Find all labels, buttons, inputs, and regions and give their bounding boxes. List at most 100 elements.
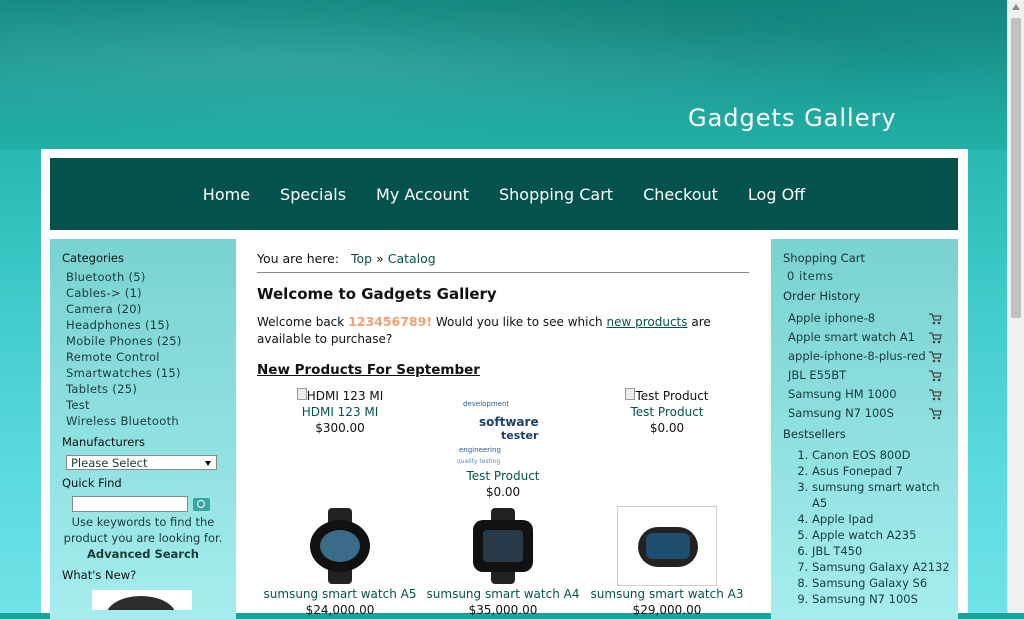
- header-banner: Gadgets Gallery: [0, 0, 1008, 150]
- nav-my-account[interactable]: My Account: [376, 185, 469, 204]
- quickfind-title: Quick Find: [62, 476, 122, 490]
- category-item[interactable]: Wireless Bluetooth: [66, 413, 236, 429]
- bestseller-item[interactable]: Samsung Galaxy S6: [812, 575, 958, 591]
- order-history-link[interactable]: Samsung N7 100S: [788, 406, 894, 420]
- nav-log-off[interactable]: Log Off: [748, 185, 805, 204]
- product-card: sumsung smart watch A4 $35,000.00: [418, 506, 588, 618]
- scrollbar[interactable]: [1007, 0, 1024, 613]
- product-image[interactable]: [453, 506, 553, 586]
- bestseller-item[interactable]: Asus Fonepad 7: [812, 463, 958, 479]
- product-name[interactable]: HDMI 123 MI: [255, 404, 425, 420]
- product-name[interactable]: Test Product: [582, 404, 752, 420]
- whats-new-image[interactable]: [92, 590, 192, 610]
- product-price: $24,000.00: [305, 603, 375, 617]
- welcome-message: Welcome back 123456789! Would you like t…: [257, 313, 749, 348]
- product-card: Test Product Test Product $0.00: [582, 388, 752, 436]
- product-image-alt: HDMI 123 MI: [306, 389, 384, 403]
- cart-icon[interactable]: [928, 388, 942, 401]
- product-image[interactable]: development software tester engineering …: [453, 388, 553, 468]
- category-item[interactable]: Cables-> (1): [66, 285, 236, 301]
- product-price: $29,000.00: [632, 603, 702, 617]
- broken-image-icon: [296, 388, 307, 400]
- breadcrumb: You are here: Top » Catalog: [257, 251, 749, 273]
- bestseller-item[interactable]: JBL T450: [812, 543, 958, 559]
- nav-home[interactable]: Home: [203, 185, 250, 204]
- cart-item-count: 0 items: [787, 269, 834, 283]
- manufacturers-select[interactable]: Please Select: [66, 455, 217, 470]
- main-nav: Home Specials My Account Shopping Cart C…: [50, 158, 958, 230]
- product-image[interactable]: HDMI 123 MI: [255, 388, 425, 404]
- nav-checkout[interactable]: Checkout: [643, 185, 718, 204]
- order-history-item: Apple iphone-8: [788, 309, 942, 328]
- cart-icon[interactable]: [928, 407, 942, 420]
- category-item[interactable]: Smartwatches (15): [66, 365, 236, 381]
- new-products-link[interactable]: new products: [606, 315, 687, 329]
- order-history-link[interactable]: JBL E55BT: [788, 368, 846, 382]
- product-image[interactable]: [617, 506, 717, 586]
- product-name[interactable]: sumsung smart watch A4: [418, 586, 588, 602]
- bestsellers-title: Bestsellers: [783, 427, 846, 441]
- category-item[interactable]: Headphones (15): [66, 317, 236, 333]
- quickfind-help: Use keywords to find the product you are…: [63, 515, 223, 545]
- nav-shopping-cart[interactable]: Shopping Cart: [499, 185, 613, 204]
- category-item[interactable]: Mobile Phones (25): [66, 333, 236, 349]
- product-name[interactable]: sumsung smart watch A5: [255, 586, 425, 602]
- nav-specials[interactable]: Specials: [280, 185, 346, 204]
- shopping-cart-title[interactable]: Shopping Cart: [771, 239, 958, 267]
- welcome-mid-text: Would you like to see which: [435, 315, 603, 329]
- bestseller-item[interactable]: sumsung smart watch A5: [812, 479, 958, 511]
- advanced-search-link[interactable]: Advanced Search: [50, 546, 236, 562]
- site-title[interactable]: Gadgets Gallery: [688, 104, 897, 132]
- order-history-item: JBL E55BT: [788, 366, 942, 385]
- bestseller-item[interactable]: Samsung Galaxy A2132: [812, 559, 958, 575]
- category-item[interactable]: Remote Control: [66, 349, 236, 365]
- scroll-up-icon[interactable]: [1012, 4, 1020, 10]
- category-item[interactable]: Camera (20): [66, 301, 236, 317]
- cart-icon[interactable]: [928, 369, 942, 382]
- order-history-link[interactable]: Apple iphone-8: [788, 311, 875, 325]
- username: 123456789!: [348, 314, 433, 329]
- broken-image-icon: [625, 388, 636, 400]
- bestseller-item[interactable]: Samsung N7 100S: [812, 591, 958, 607]
- product-card: sumsung smart watch A5 $24,000.00: [255, 506, 425, 618]
- scroll-thumb[interactable]: [1011, 18, 1021, 318]
- order-history-item: Samsung N7 100S: [788, 404, 942, 423]
- manufacturers-select-value: Please Select: [71, 456, 148, 470]
- new-products-heading: New Products For September: [257, 362, 480, 378]
- order-history-link[interactable]: Samsung HM 1000: [788, 387, 897, 401]
- quickfind-input[interactable]: [72, 496, 188, 512]
- order-history-link[interactable]: Apple smart watch A1: [788, 330, 915, 344]
- bestseller-item[interactable]: Apple watch A235: [812, 527, 958, 543]
- cart-icon[interactable]: [928, 350, 942, 363]
- order-history-item: apple-iphone-8-plus-red: [788, 347, 942, 366]
- welcome-back-text: Welcome back: [257, 315, 345, 329]
- left-sidebar: Categories Bluetooth (5) Cables-> (1) Ca…: [50, 239, 236, 619]
- category-item[interactable]: Tablets (25): [66, 381, 236, 397]
- category-item[interactable]: Bluetooth (5): [66, 269, 236, 285]
- product-name[interactable]: Test Product: [418, 468, 588, 484]
- breadcrumb-top[interactable]: Top: [351, 251, 372, 266]
- categories-title: Categories: [62, 251, 124, 265]
- product-image[interactable]: Test Product: [582, 388, 752, 404]
- order-history-link[interactable]: apple-iphone-8-plus-red: [788, 349, 926, 363]
- category-item[interactable]: Test: [66, 397, 236, 413]
- cart-icon[interactable]: [928, 312, 942, 325]
- order-history-item: Apple smart watch A1: [788, 328, 942, 347]
- page-title: Welcome to Gadgets Gallery: [257, 285, 497, 303]
- search-icon[interactable]: [193, 497, 210, 511]
- product-card: sumsung smart watch A3 $29,000.00: [582, 506, 752, 618]
- product-card: development software tester engineering …: [418, 388, 588, 500]
- bestseller-item[interactable]: Canon EOS 800D: [812, 447, 958, 463]
- cart-icon[interactable]: [928, 331, 942, 344]
- manufacturers-title: Manufacturers: [62, 435, 146, 449]
- chevron-down-icon: [205, 461, 211, 466]
- breadcrumb-catalog[interactable]: Catalog: [388, 251, 436, 266]
- bestseller-item[interactable]: Apple Ipad: [812, 511, 958, 527]
- right-sidebar: Shopping Cart 0 items Order History Appl…: [771, 239, 958, 619]
- product-image[interactable]: [290, 506, 390, 586]
- breadcrumb-prefix: You are here:: [257, 251, 340, 266]
- bestsellers-list: Canon EOS 800D Asus Fonepad 7 sumsung sm…: [771, 447, 958, 607]
- order-history-title: Order History: [783, 289, 861, 303]
- product-name[interactable]: sumsung smart watch A3: [582, 586, 752, 602]
- order-history-list: Apple iphone-8 Apple smart watch A1 appl…: [771, 309, 958, 423]
